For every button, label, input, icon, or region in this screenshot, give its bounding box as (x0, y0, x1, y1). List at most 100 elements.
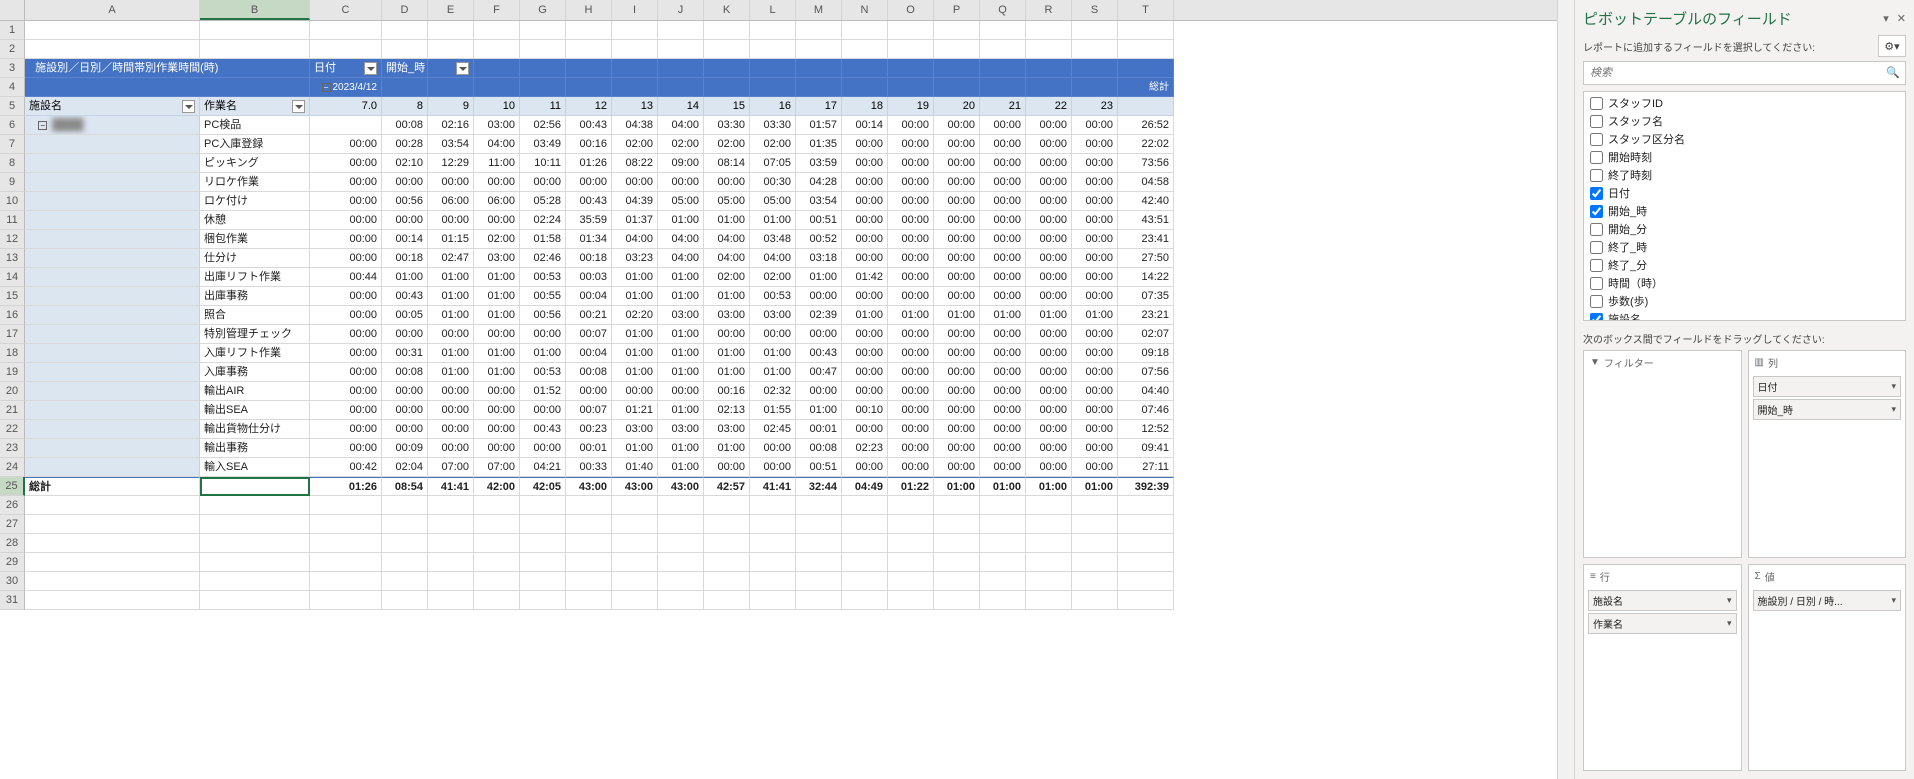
row-header-29[interactable]: 29 (0, 553, 25, 572)
cell[interactable] (382, 40, 428, 59)
row-header-23[interactable]: 23 (0, 439, 25, 458)
cell[interactable] (842, 21, 888, 40)
cell[interactable] (750, 553, 796, 572)
cell[interactable] (310, 515, 382, 534)
column-header-G[interactable]: G (520, 0, 566, 20)
cell[interactable] (474, 496, 520, 515)
cell[interactable] (428, 21, 474, 40)
column-header-O[interactable]: O (888, 0, 934, 20)
cell[interactable] (750, 21, 796, 40)
row-header-4[interactable]: 4 (0, 78, 25, 97)
field-search-input[interactable] (1583, 61, 1906, 85)
cell[interactable] (382, 496, 428, 515)
cell[interactable] (980, 553, 1026, 572)
cell[interactable] (750, 40, 796, 59)
cell[interactable] (200, 21, 310, 40)
cell[interactable] (566, 40, 612, 59)
cell[interactable] (658, 515, 704, 534)
cell[interactable] (658, 21, 704, 40)
cell[interactable] (612, 572, 658, 591)
column-header-P[interactable]: P (934, 0, 980, 20)
cell[interactable] (1072, 572, 1118, 591)
cell[interactable] (934, 496, 980, 515)
filters-dropzone[interactable]: ▼フィルター (1583, 350, 1742, 558)
cell[interactable] (428, 496, 474, 515)
cell[interactable] (704, 40, 750, 59)
cell[interactable] (796, 591, 842, 610)
cell[interactable] (1072, 591, 1118, 610)
row-header-5[interactable]: 5 (0, 97, 25, 116)
cell[interactable] (796, 515, 842, 534)
cell[interactable] (382, 553, 428, 572)
cell[interactable] (934, 591, 980, 610)
field-item[interactable]: スタッフ名 (1584, 112, 1905, 130)
cell[interactable] (934, 553, 980, 572)
row-header-14[interactable]: 14 (0, 268, 25, 287)
cell[interactable] (842, 572, 888, 591)
field-checkbox[interactable] (1590, 133, 1603, 146)
cell[interactable] (1026, 496, 1072, 515)
vertical-scrollbar[interactable] (1557, 0, 1574, 779)
cell[interactable] (1118, 515, 1174, 534)
cell[interactable] (658, 591, 704, 610)
field-list[interactable]: スタッフIDスタッフ名スタッフ区分名開始時刻終了時刻日付開始_時開始_分終了_時… (1583, 91, 1906, 321)
cell[interactable] (658, 40, 704, 59)
field-item[interactable]: 施設名 (1584, 310, 1905, 321)
cell[interactable] (474, 21, 520, 40)
row-header-3[interactable]: 3 (0, 59, 25, 78)
column-header-M[interactable]: M (796, 0, 842, 20)
cell[interactable] (612, 40, 658, 59)
cell[interactable] (428, 515, 474, 534)
cell[interactable] (704, 553, 750, 572)
field-checkbox[interactable] (1590, 115, 1603, 128)
cell[interactable] (382, 21, 428, 40)
cell[interactable] (474, 534, 520, 553)
cell[interactable] (1072, 515, 1118, 534)
column-header-T[interactable]: T (1118, 0, 1174, 20)
cell[interactable] (1118, 21, 1174, 40)
cell[interactable] (796, 534, 842, 553)
cell[interactable] (1026, 21, 1072, 40)
cell[interactable] (1118, 40, 1174, 59)
cell[interactable] (842, 515, 888, 534)
cell[interactable] (1026, 572, 1072, 591)
date-group[interactable]: −2023/4/12 (310, 78, 382, 97)
cell[interactable] (566, 553, 612, 572)
facility-cell[interactable]: − ████ (25, 116, 200, 135)
cell[interactable] (310, 553, 382, 572)
column-header-E[interactable]: E (428, 0, 474, 20)
cell[interactable] (25, 534, 200, 553)
cell[interactable] (796, 496, 842, 515)
column-header-S[interactable]: S (1072, 0, 1118, 20)
field-item[interactable]: 終了時刻 (1584, 166, 1905, 184)
row-header-20[interactable]: 20 (0, 382, 25, 401)
drop-field-item[interactable]: 施設別 / 日別 / 時...▾ (1753, 590, 1902, 611)
cell[interactable] (200, 496, 310, 515)
cell[interactable] (200, 572, 310, 591)
cell[interactable] (25, 515, 200, 534)
cell[interactable] (934, 534, 980, 553)
row-header-30[interactable]: 30 (0, 572, 25, 591)
cell[interactable] (980, 21, 1026, 40)
column-header-K[interactable]: K (704, 0, 750, 20)
cell[interactable] (382, 534, 428, 553)
cell[interactable] (658, 534, 704, 553)
cell[interactable] (428, 591, 474, 610)
field-item[interactable]: 開始_時 (1584, 202, 1905, 220)
hour-filter-dropdown[interactable] (456, 62, 469, 75)
column-header-L[interactable]: L (750, 0, 796, 20)
column-header-H[interactable]: H (566, 0, 612, 20)
cell[interactable] (1118, 534, 1174, 553)
cell[interactable] (980, 572, 1026, 591)
row-header-27[interactable]: 27 (0, 515, 25, 534)
rows-dropzone[interactable]: ≡行 施設名▾作業名▾ (1583, 564, 1742, 772)
cell[interactable] (796, 21, 842, 40)
cell[interactable] (1072, 553, 1118, 572)
cell[interactable] (658, 553, 704, 572)
column-header-N[interactable]: N (842, 0, 888, 20)
row-header-7[interactable]: 7 (0, 135, 25, 154)
cell[interactable] (428, 572, 474, 591)
row-header-13[interactable]: 13 (0, 249, 25, 268)
cell[interactable] (474, 572, 520, 591)
cell[interactable] (888, 21, 934, 40)
